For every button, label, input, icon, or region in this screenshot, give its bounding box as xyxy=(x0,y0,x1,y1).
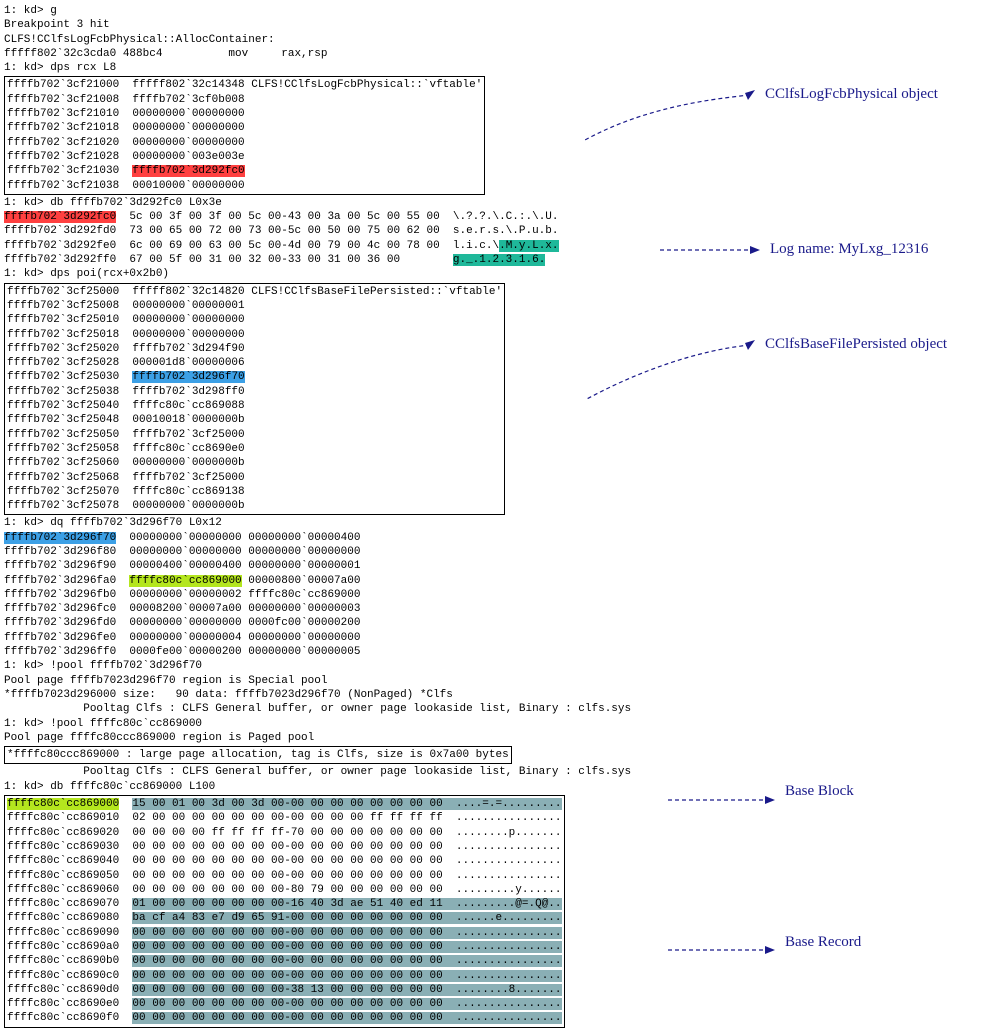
dump-row: ffffb702`3cf25070 ffffc80c`cc869138 xyxy=(7,485,502,499)
dump-row: ffffb702`3cf21010 00000000`00000000 xyxy=(7,107,482,121)
dump-row: ffffb702`3cf25008 00000000`00000001 xyxy=(7,299,502,313)
highlight-green: ffffc80c`cc869000 xyxy=(7,798,119,810)
dump-row: ffffc80c`cc869070 01 00 00 00 00 00 00 0… xyxy=(7,897,562,911)
console-line: 1: kd> g xyxy=(4,4,977,18)
console-line: *ffffb7023d296000 size: 90 data: ffffb70… xyxy=(4,688,977,702)
dump-row: ffffc80c`cc8690d0 00 00 00 00 00 00 00 0… xyxy=(7,983,562,997)
dump-row: ffffb702`3d296f80 00000000`00000000 0000… xyxy=(4,545,977,559)
highlight-green: ffffc80c`cc869000 xyxy=(129,575,241,587)
dump-row: ffffb702`3d292fc0 5c 00 3f 00 3f 00 5c 0… xyxy=(4,210,977,224)
dump-row: ffffb702`3cf25050 ffffb702`3cf25000 xyxy=(7,428,502,442)
annotation-label: Base Block xyxy=(785,782,854,802)
dump-row: ffffb702`3cf25060 00000000`0000000b xyxy=(7,456,502,470)
highlight-slate: 00 00 00 00 00 00 00 00-00 00 00 00 00 0… xyxy=(132,941,561,953)
dump-row: ffffb702`3cf25040 ffffc80c`cc869088 xyxy=(7,399,502,413)
dump-row: ffffb702`3cf25048 00010018`0000000b xyxy=(7,413,502,427)
dump-row: ffffb702`3cf21008 ffffb702`3cf0b008 xyxy=(7,93,482,107)
annotation-label: Base Record xyxy=(785,933,861,953)
annotation-arrow-icon xyxy=(580,340,760,410)
dump-row: ffffb702`3cf21000 fffff802`32c14348 CLFS… xyxy=(7,78,482,92)
highlight-slate: 00 00 00 00 00 00 00 00-38 13 00 00 00 0… xyxy=(132,984,561,996)
console-line: CLFS!CClfsLogFcbPhysical::AllocContainer… xyxy=(4,33,977,47)
dump-row: ffffb702`3cf21028 00000000`003e003e xyxy=(7,150,482,164)
dump-row: ffffb702`3d296fa0 ffffc80c`cc869000 0000… xyxy=(4,574,977,588)
console-line: 1: kd> !pool ffffc80c`cc869000 xyxy=(4,717,977,731)
dump-row: ffffb702`3d296fd0 00000000`00000000 0000… xyxy=(4,616,977,630)
dump-row: ffffc80c`cc869040 00 00 00 00 00 00 00 0… xyxy=(7,854,562,868)
highlight-red: ffffb702`3d292fc0 xyxy=(4,211,116,223)
dump-row: ffffc80c`cc869020 00 00 00 00 ff ff ff f… xyxy=(7,826,562,840)
highlight-slate: 00 00 00 00 00 00 00 00-00 00 00 00 00 0… xyxy=(132,955,561,967)
console-line: 1: kd> db ffffb702`3d292fc0 L0x3e xyxy=(4,196,977,210)
dump-row: ffffb702`3d296fc0 00008200`00007a00 0000… xyxy=(4,602,977,616)
highlight-slate: 00 00 00 00 00 00 00 00-00 00 00 00 00 0… xyxy=(132,927,561,939)
dump-row: ffffb702`3cf25068 ffffb702`3cf25000 xyxy=(7,471,502,485)
dump-row: ffffc80c`cc869000 15 00 01 00 3d 00 3d 0… xyxy=(7,797,562,811)
dump-row: ffffb702`3cf21038 00010000`00000000 xyxy=(7,179,482,193)
dump-row: ffffb702`3d292fd0 73 00 65 00 72 00 73 0… xyxy=(4,224,977,238)
dump-row: ffffc80c`cc8690b0 00 00 00 00 00 00 00 0… xyxy=(7,954,562,968)
highlight-slate: ba cf a4 83 e7 d9 65 91-00 00 00 00 00 0… xyxy=(132,912,561,924)
annotation-arrow-icon xyxy=(660,940,780,960)
annotation-label: Log name: MyLxg_12316 xyxy=(770,240,928,260)
dump-row: ffffb702`3d296fb0 00000000`00000002 ffff… xyxy=(4,588,977,602)
dump-row: ffffb702`3cf25078 00000000`0000000b xyxy=(7,499,502,513)
dump-row: ffffb702`3cf25018 00000000`00000000 xyxy=(7,328,502,342)
dump-row: ffffc80c`cc869060 00 00 00 00 00 00 00 0… xyxy=(7,883,562,897)
dump-row: ffffc80c`cc8690a0 00 00 00 00 00 00 00 0… xyxy=(7,940,562,954)
console-line: Pooltag Clfs : CLFS General buffer, or o… xyxy=(4,702,977,716)
dump-row: ffffb702`3cf25010 00000000`00000000 xyxy=(7,313,502,327)
memory-dump-box-2: ffffb702`3cf25000 fffff802`32c14820 CLFS… xyxy=(4,283,505,516)
dump-row: ffffb702`3cf25030 ffffb702`3d296f70 xyxy=(7,370,502,384)
dump-row: ffffc80c`cc869050 00 00 00 00 00 00 00 0… xyxy=(7,869,562,883)
console-line: fffff802`32c3cda0 488bc4 mov rax,rsp xyxy=(4,47,977,61)
highlight-blue: ffffb702`3d296f70 xyxy=(4,532,116,544)
dump-row: ffffc80c`cc8690e0 00 00 00 00 00 00 00 0… xyxy=(7,997,562,1011)
console-line: *ffffc80ccc869000 : large page allocatio… xyxy=(7,748,509,762)
dump-row: ffffc80c`cc869010 02 00 00 00 00 00 00 0… xyxy=(7,811,562,825)
console-line: Pool page ffffb7023d296f70 region is Spe… xyxy=(4,674,977,688)
dump-row: ffffb702`3cf25058 ffffc80c`cc8690e0 xyxy=(7,442,502,456)
pool-info-box: *ffffc80ccc869000 : large page allocatio… xyxy=(4,746,512,764)
console-line: Pool page ffffc80ccc869000 region is Pag… xyxy=(4,731,977,745)
console-line: Pooltag Clfs : CLFS General buffer, or o… xyxy=(4,765,977,779)
annotation-label: CClfsBaseFilePersisted object xyxy=(765,335,947,355)
annotation-arrow-icon xyxy=(580,90,760,150)
highlight-slate: 00 00 00 00 00 00 00 00-00 00 00 00 00 0… xyxy=(132,970,561,982)
dump-row: ffffb702`3cf25000 fffff802`32c14820 CLFS… xyxy=(7,285,502,299)
dump-row: ffffb702`3cf25038 ffffb702`3d298ff0 xyxy=(7,385,502,399)
console-line: 1: kd> dps rcx L8 xyxy=(4,61,977,75)
console-line: 1: kd> !pool ffffb702`3d296f70 xyxy=(4,659,977,673)
dump-row: ffffb702`3cf25028 000001d8`00000006 xyxy=(7,356,502,370)
annotation-label: CClfsLogFcbPhysical object xyxy=(765,85,938,105)
highlight-slate: 00 00 00 00 00 00 00 00-00 00 00 00 00 0… xyxy=(132,1012,561,1024)
dump-row: ffffb702`3d296fe0 00000000`00000004 0000… xyxy=(4,631,977,645)
console-line: 1: kd> dq ffffb702`3d296f70 L0x12 xyxy=(4,516,977,530)
highlight-slate: 01 00 00 00 00 00 00 00-16 40 3d ae 51 4… xyxy=(132,898,561,910)
highlight-slate: 00 00 00 00 00 00 00 00-00 00 00 00 00 0… xyxy=(132,998,561,1010)
highlight-teal: g._.1.2.3.1.6. xyxy=(453,254,545,266)
dump-row: ffffb702`3d296f70 00000000`00000000 0000… xyxy=(4,531,977,545)
highlight-red: ffffb702`3d292fc0 xyxy=(132,165,244,177)
highlight-blue: ffffb702`3d296f70 xyxy=(132,371,244,383)
dump-row: ffffc80c`cc869030 00 00 00 00 00 00 00 0… xyxy=(7,840,562,854)
dump-row: ffffb702`3cf25020 ffffb702`3d294f90 xyxy=(7,342,502,356)
console-line: Breakpoint 3 hit xyxy=(4,18,977,32)
console-line: 1: kd> dps poi(rcx+0x2b0) xyxy=(4,267,977,281)
dump-row: ffffb702`3cf21020 00000000`00000000 xyxy=(7,136,482,150)
memory-dump-box-1: ffffb702`3cf21000 fffff802`32c14348 CLFS… xyxy=(4,76,485,194)
dump-row: ffffc80c`cc869080 ba cf a4 83 e7 d9 65 9… xyxy=(7,911,562,925)
dump-row: ffffb702`3cf21030 ffffb702`3d292fc0 xyxy=(7,164,482,178)
dump-row: ffffb702`3d296ff0 0000fe00`00000200 0000… xyxy=(4,645,977,659)
highlight-slate: 15 00 01 00 3d 00 3d 00-00 00 00 00 00 0… xyxy=(132,798,561,810)
dump-row: ffffc80c`cc869090 00 00 00 00 00 00 00 0… xyxy=(7,926,562,940)
highlight-teal: .M.y.L.x. xyxy=(499,240,558,252)
memory-dump-box-3: ffffc80c`cc869000 15 00 01 00 3d 00 3d 0… xyxy=(4,795,565,1028)
dump-row: ffffb702`3d296f90 00000400`00000400 0000… xyxy=(4,559,977,573)
dump-row: ffffb702`3cf21018 00000000`00000000 xyxy=(7,121,482,135)
dump-row: ffffc80c`cc8690c0 00 00 00 00 00 00 00 0… xyxy=(7,969,562,983)
